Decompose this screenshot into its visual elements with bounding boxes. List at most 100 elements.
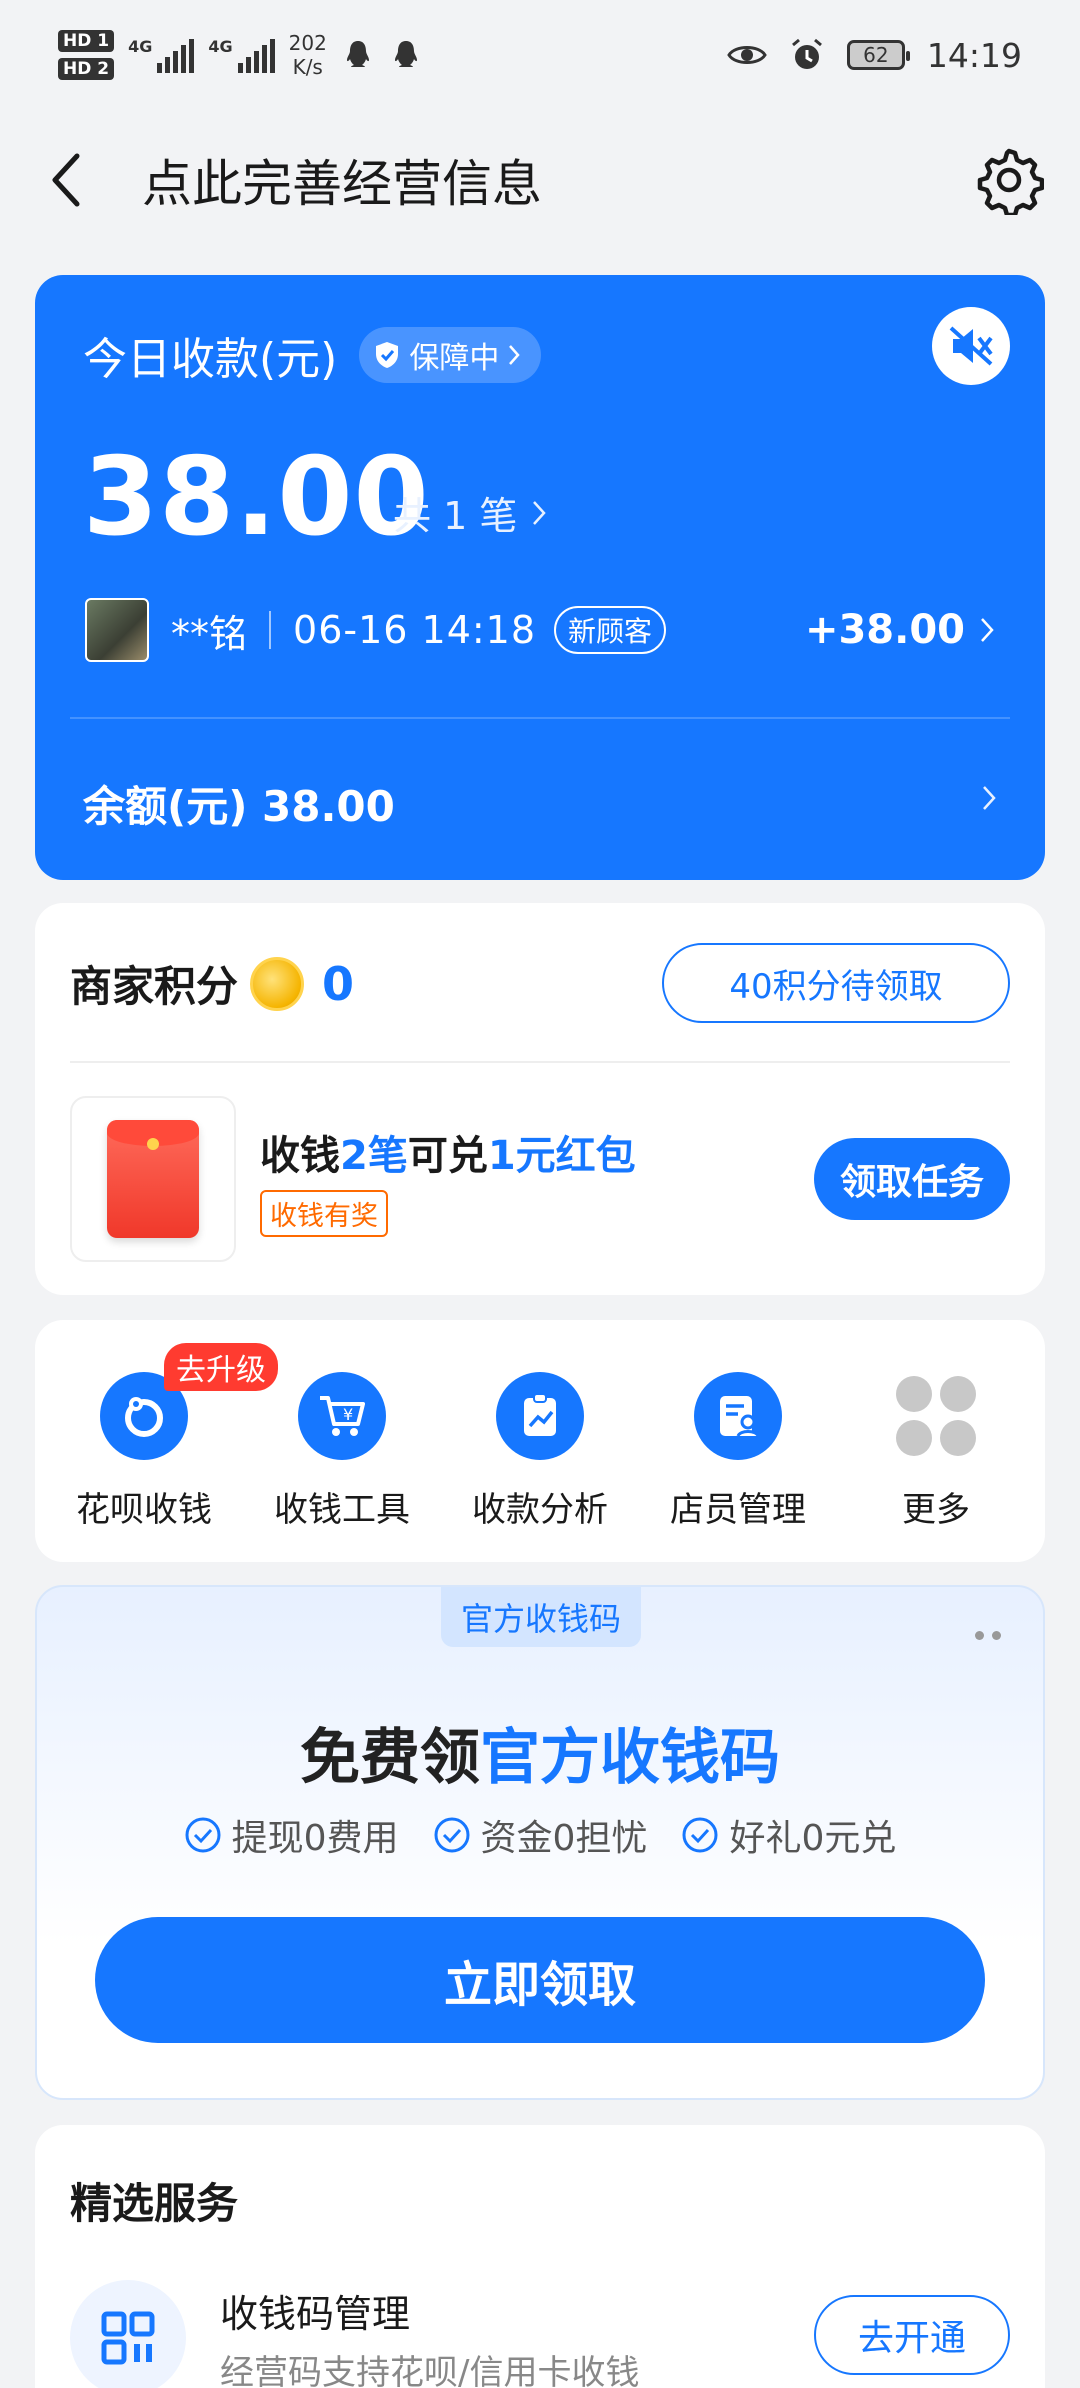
- protection-label: 保障中: [409, 341, 500, 376]
- qq-icon: [346, 41, 369, 67]
- divider: [70, 717, 1010, 719]
- today-title-row: 今日收款(元) 保障中: [83, 323, 542, 387]
- action-label: 店员管理: [670, 1490, 806, 1530]
- speaker-muted-icon: [949, 326, 993, 366]
- settings-gear-icon[interactable]: [974, 145, 1044, 215]
- customer-name: **铭: [171, 611, 248, 656]
- eye-icon: [727, 46, 767, 64]
- feature-label: 提现0费用: [231, 1818, 399, 1859]
- feature-label: 好礼0元兑: [729, 1818, 897, 1859]
- top-header: 点此完善经营信息: [0, 130, 1080, 230]
- cart-glyph: ¥: [320, 1396, 365, 1436]
- merchant-points-card: 商家积分 0 40积分待领取 收钱2笔可兑1元红包 收钱有奖 领取任务: [35, 903, 1045, 1295]
- speed-unit: K/s: [292, 55, 323, 79]
- balance-row[interactable]: 余额(元) 38.00: [83, 773, 395, 834]
- transaction-amount-value: +38.00: [804, 607, 965, 653]
- check-circle-icon: [682, 1817, 718, 1853]
- status-bar: HD 1 HD 2 4G 4G 202 K/s 62 14:19: [0, 0, 1080, 110]
- transaction-time: 06-16 14:18: [293, 608, 537, 652]
- claim-now-button[interactable]: 立即领取: [95, 1917, 985, 2043]
- points-title: 商家积分: [70, 962, 239, 1011]
- feature-item: 提现0费用: [184, 1809, 399, 1861]
- back-button[interactable]: [36, 150, 96, 210]
- service-name[interactable]: 收钱码管理: [220, 2283, 410, 2338]
- chevron-right-icon[interactable]: [981, 783, 997, 813]
- staff-glyph: [720, 1396, 760, 1437]
- transaction-count: 共 1 笔: [393, 494, 518, 538]
- action-label: 更多: [902, 1490, 970, 1530]
- task-text-highlight: 2笔: [340, 1133, 408, 1179]
- protection-badge[interactable]: 保障中: [359, 327, 542, 383]
- new-customer-badge: 新顾客: [554, 606, 667, 654]
- promo-features: 提现0费用 资金0担忧 好礼0元兑: [37, 1809, 1043, 1861]
- shield-check-icon: [376, 342, 399, 368]
- chevron-right-icon: [509, 345, 521, 365]
- svg-text:¥: ¥: [343, 1405, 353, 1424]
- clock: 14:19: [926, 35, 1022, 75]
- action-huabei[interactable]: 去升级 花呗收钱: [49, 1320, 278, 1562]
- claim-points-button[interactable]: 40积分待领取: [662, 943, 1010, 1023]
- battery-icon: 62: [846, 40, 910, 70]
- qr-code-icon: [70, 2280, 186, 2388]
- action-payment-analysis[interactable]: 收款分析: [445, 1320, 635, 1562]
- task-text-part: 收钱: [260, 1133, 340, 1179]
- today-income-title: 今日收款(元): [83, 334, 338, 385]
- sim2-indicator: HD 2: [58, 58, 115, 80]
- signal-1-icon: 4G: [128, 37, 195, 73]
- action-collection-tools[interactable]: ¥ 收钱工具: [247, 1320, 437, 1562]
- page-title[interactable]: 点此完善经营信息: [142, 144, 974, 216]
- network-speed: 202 K/s: [289, 31, 327, 79]
- chevron-right-icon: [533, 500, 547, 525]
- task-text-highlight: 1元红包: [487, 1133, 636, 1179]
- sim1-indicator: HD 1: [58, 30, 115, 52]
- points-header: 商家积分 0: [70, 953, 354, 1014]
- network-1-label: 4G: [128, 37, 153, 56]
- feature-label: 资金0担忧: [480, 1818, 648, 1859]
- official-qr-promo-card: 官方收钱码 免费领官方收钱码 提现0费用 资金0担忧 好礼0元兑 立即领取: [35, 1585, 1045, 2100]
- chevron-right-icon: [981, 618, 994, 642]
- divider: [70, 1061, 1010, 1063]
- status-right: 62 14:19: [727, 36, 1022, 75]
- today-income-card: 今日收款(元) 保障中 38.00 共 1 笔 **铭 06-16 14:18 …: [35, 275, 1045, 880]
- chart-glyph: [524, 1393, 556, 1436]
- task-tag: 收钱有奖: [260, 1190, 388, 1237]
- more-grid-icon: [892, 1372, 980, 1460]
- divider: [269, 611, 272, 649]
- activate-button[interactable]: 去开通: [814, 2295, 1010, 2375]
- transaction-count-link[interactable]: 共 1 笔: [393, 485, 547, 540]
- promo-title-highlight: 官方收钱码: [480, 1723, 780, 1793]
- more-options-icon[interactable]: [975, 1631, 1001, 1640]
- sound-mute-button[interactable]: [932, 307, 1010, 385]
- back-arrow-icon: [52, 153, 80, 207]
- featured-services-card: 精选服务 收钱码管理 经营码支持花呗/信用卡收钱 去开通: [35, 2125, 1045, 2388]
- promo-tab-label: 官方收钱码: [441, 1587, 641, 1647]
- task-text-part: 可兑: [407, 1133, 488, 1179]
- signal-2-icon: 4G: [208, 37, 275, 73]
- latest-transaction-row[interactable]: **铭 06-16 14:18 新顾客 +38.00: [85, 597, 995, 663]
- action-more[interactable]: 更多: [841, 1320, 1031, 1562]
- feature-item: 资金0担忧: [433, 1809, 648, 1861]
- promo-title: 免费领官方收钱码: [37, 1709, 1043, 1796]
- staff-card-icon: [694, 1372, 782, 1460]
- services-title: 精选服务: [70, 2179, 239, 2228]
- status-left: HD 1 HD 2 4G 4G 202 K/s: [58, 30, 423, 80]
- check-circle-icon: [434, 1817, 470, 1853]
- gold-coin-icon: [250, 956, 305, 1011]
- action-label: 收钱工具: [274, 1490, 410, 1530]
- red-envelope-thumbnail: [70, 1096, 236, 1262]
- today-amount: 38.00: [83, 435, 430, 560]
- check-circle-icon: [185, 1817, 221, 1853]
- action-label: 收款分析: [472, 1490, 608, 1530]
- action-label: 花呗收钱: [76, 1490, 212, 1530]
- analysis-chart-icon: [496, 1372, 584, 1460]
- transaction-amount: +38.00: [805, 607, 995, 653]
- cart-yuan-icon: ¥: [298, 1372, 386, 1460]
- sim-indicators: HD 1 HD 2: [58, 30, 115, 80]
- service-description: 经营码支持花呗/信用卡收钱: [220, 2353, 640, 2388]
- promo-title-part: 免费领: [300, 1723, 480, 1793]
- claim-task-button[interactable]: 领取任务: [814, 1138, 1010, 1220]
- feature-item: 好礼0元兑: [681, 1809, 896, 1861]
- action-staff-management[interactable]: 店员管理: [643, 1320, 833, 1562]
- task-description: 收钱2笔可兑1元红包: [260, 1123, 636, 1181]
- qq-icon: [394, 41, 417, 67]
